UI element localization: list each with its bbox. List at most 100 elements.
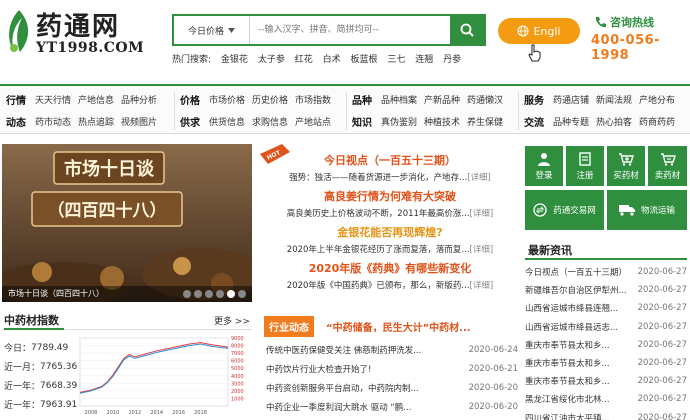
search-button[interactable] — [450, 16, 484, 44]
login-tile[interactable]: 登录 — [525, 146, 563, 186]
list-item[interactable]: 重庆市奉节县太和乡... 2020-06-27 — [525, 336, 687, 354]
news-title[interactable]: 金银花能否再现辉煌? — [262, 224, 518, 240]
hot-term[interactable]: 红花 — [295, 55, 313, 65]
exchange-tile[interactable]: 药通交易网 — [525, 190, 604, 230]
industry-headline[interactable]: “中药储备，民生大计”中药材... — [326, 319, 471, 334]
news-title[interactable]: 2020年版《药典》有哪些新变化 — [262, 260, 518, 276]
nav-item[interactable]: 药市动态 — [35, 115, 71, 128]
hot-term[interactable]: 太子参 — [258, 55, 285, 65]
carousel-dot[interactable] — [194, 290, 202, 298]
list-item[interactable]: 中药企业一季度利润大跳水 驱动 “鹏... 2020-06-20 — [266, 397, 518, 416]
hot-term[interactable]: 白术 — [323, 55, 341, 65]
buy-herbs-tile[interactable]: 买药材 — [607, 146, 645, 186]
nav-item[interactable]: 供货信息 — [209, 115, 245, 128]
nav-item[interactable]: 热心拍客 — [596, 115, 632, 128]
carousel-dot[interactable] — [238, 290, 246, 298]
nav-item[interactable]: 天天行情 — [35, 93, 71, 106]
hot-term[interactable]: 连翘 — [415, 55, 433, 65]
list-item-title: 黑龙江省绥化市北林... — [525, 395, 610, 406]
nav-head[interactable]: 知识 — [352, 114, 372, 129]
nav-item[interactable]: 养生保健 — [467, 115, 503, 128]
list-item[interactable]: 山西省运城市绛县远志... 2020-06-27 — [525, 318, 687, 336]
list-item[interactable]: 中药资创新服务平台启动，中药院内制... 2020-06-20 — [266, 378, 518, 397]
news-detail-link[interactable]: [详细] — [470, 281, 494, 291]
nav-item[interactable]: 品种专题 — [553, 115, 589, 128]
list-item[interactable]: 重庆市奉节县太和乡... 2020-06-27 — [525, 354, 687, 372]
nav-item[interactable]: 产新品种 — [424, 93, 460, 106]
site-logo[interactable]: 药通网 YT1998.COM — [4, 4, 154, 60]
nav-head[interactable]: 供求 — [180, 114, 200, 129]
sell-herbs-tile[interactable]: 卖药材 — [648, 146, 687, 186]
hot-term[interactable]: 三七 — [387, 55, 405, 65]
tile-label: 买药材 — [613, 170, 639, 181]
hot-term[interactable]: 板蓝根 — [350, 55, 377, 65]
list-item[interactable]: 今日视点（一百五十三期） 2020-06-27 — [525, 263, 687, 281]
nav-item[interactable]: 新闻法规 — [596, 93, 632, 106]
search-type-select[interactable]: 今日价格 — [174, 16, 250, 44]
nav-head[interactable]: 动态 — [6, 114, 26, 129]
industry-tag[interactable]: 行业动态 — [264, 316, 314, 337]
list-item-date: 2020-06-21 — [468, 363, 518, 374]
nav-head[interactable]: 价格 — [180, 92, 200, 107]
nav-item[interactable]: 市场价格 — [209, 93, 245, 106]
x-tick-label: 2014 — [150, 410, 163, 416]
nav-item[interactable]: 真伪鉴别 — [381, 115, 417, 128]
nav-head[interactable]: 行情 — [6, 92, 26, 107]
register-tile[interactable]: 注册 — [566, 146, 604, 186]
nav-head[interactable]: 品种 — [352, 92, 372, 107]
nav-head[interactable]: 服务 — [524, 92, 544, 107]
nav-item[interactable]: 热点追踪 — [78, 115, 114, 128]
nav-item[interactable]: 种植技术 — [424, 115, 460, 128]
nav-item[interactable]: 历史价格 — [252, 93, 288, 106]
list-item[interactable]: 山西省运城市绛县连翘... 2020-06-27 — [525, 299, 687, 317]
list-item[interactable]: 重庆市奉节县太和乡... 2020-06-27 — [525, 372, 687, 390]
carousel-dot[interactable] — [205, 290, 213, 298]
list-item[interactable]: 四川省江油市太平镇... 2020-06-27 — [525, 409, 687, 420]
nav-item[interactable]: 市场指数 — [295, 93, 331, 106]
index-value: 7668.39 — [40, 380, 78, 391]
carousel-dot[interactable] — [183, 290, 191, 298]
list-item[interactable]: 新疆维吾尔自治区伊犁州... 2020-06-27 — [525, 281, 687, 299]
nav-item[interactable]: 视频图片 — [121, 115, 157, 128]
news-detail-link[interactable]: [详细] — [470, 245, 494, 255]
logistics-tile[interactable]: 物流运输 — [607, 190, 687, 230]
nav-item[interactable]: 品种档案 — [381, 93, 417, 106]
index-value-label: 近一年： — [4, 401, 41, 411]
cart-add-icon — [619, 152, 634, 166]
banner-carousel[interactable]: 市场十日谈 （四百四十八） 市场十日谈 （四百四十八） — [2, 144, 252, 302]
exchange-icon — [533, 203, 547, 217]
y-tick-label: 6000 — [231, 359, 244, 365]
nav-item[interactable]: 药商药药 — [639, 115, 675, 128]
list-item-title: 中药资创新服务平台启动，中药院内制... — [266, 383, 419, 394]
carousel-dot-active[interactable] — [227, 290, 235, 298]
nav-divider — [174, 92, 175, 130]
news-detail-link[interactable]: [详细] — [470, 209, 494, 219]
latest-news-list: 今日视点（一百五十三期） 2020-06-27 新疆维吾尔自治区伊犁州... 202… — [525, 263, 687, 420]
hot-term[interactable]: 金银花 — [221, 55, 248, 65]
nav-item[interactable]: 求购信息 — [252, 115, 288, 128]
nav-item[interactable]: 产地信息 — [78, 93, 114, 106]
search-input[interactable] — [250, 16, 450, 44]
list-item[interactable]: 黑龙江省绥化市北林... 2020-06-27 — [525, 390, 687, 408]
nav-item[interactable]: 产地站点 — [295, 115, 331, 128]
list-item-date: 2020-06-27 — [637, 412, 687, 420]
carousel-dot[interactable] — [216, 290, 224, 298]
list-item-title: 中药企业一季度利润大跳水 驱动 “鹏... — [266, 402, 412, 413]
nav-item[interactable]: 产地分布 — [639, 93, 675, 106]
news-title[interactable]: 高良姜行情为何难有大突破 — [262, 188, 518, 204]
index-value-row: 近一月： 7765.36 — [4, 357, 77, 376]
nav-item[interactable]: 药通店铺 — [553, 93, 589, 106]
leaf-logo-icon — [9, 10, 29, 52]
news-summary-text: 强势：独活——随着货源进一步消化，产地存... — [289, 173, 468, 183]
hot-term[interactable]: 丹参 — [443, 55, 461, 65]
news-detail-link[interactable]: [详细] — [467, 173, 491, 183]
nav-item[interactable]: 品种分析 — [121, 93, 157, 106]
index-more-link[interactable]: 更多 >> — [214, 314, 250, 327]
news-title[interactable]: 今日视点（一百五十三期） — [262, 152, 518, 168]
hotline-number: 400-056-1998 — [591, 33, 661, 63]
english-button[interactable]: Engli — [498, 18, 580, 44]
list-item[interactable]: 中药饮片行业大检查开始了! 2020-06-21 — [266, 359, 518, 378]
nav-head[interactable]: 交流 — [524, 114, 544, 129]
list-item[interactable]: 传统中医药保健受关注 佛慈制药押洗发... 2020-06-24 — [266, 340, 518, 359]
nav-item[interactable]: 药通懒汉 — [467, 93, 503, 106]
